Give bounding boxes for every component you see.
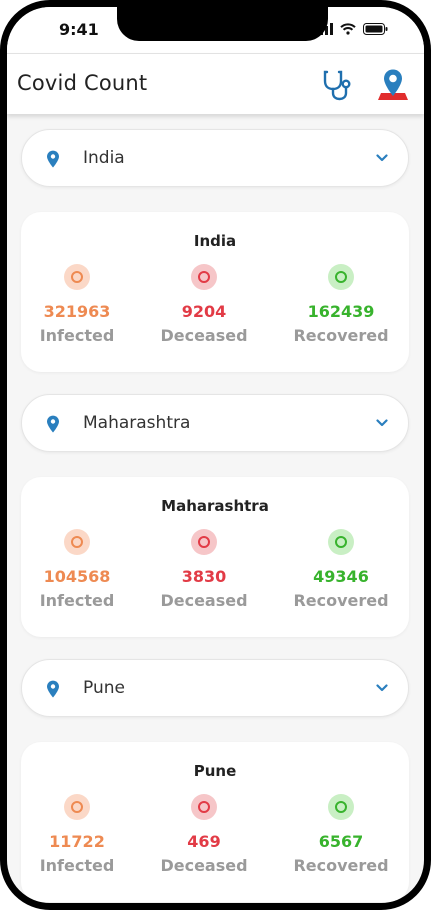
recovered-label: Recovered <box>293 591 389 610</box>
deceased-label: Deceased <box>160 856 248 875</box>
recovered-count: 49346 <box>313 567 369 586</box>
dropdown-selected-value: Maharashtra <box>83 413 191 433</box>
stat-recovered: 162439 Recovered <box>281 264 401 345</box>
stat-deceased: 469 Deceased <box>144 794 264 875</box>
location-dropdown-city[interactable]: Pune <box>21 659 409 717</box>
stat-recovered: 49346 Recovered <box>281 529 401 610</box>
infected-indicator-icon <box>64 264 90 290</box>
wifi-icon <box>340 23 356 35</box>
infected-label: Infected <box>39 856 115 875</box>
dropdown-selected-value: Pune <box>83 678 125 698</box>
location-pin-icon <box>47 150 59 168</box>
recovered-label: Recovered <box>293 326 389 345</box>
location-pin-icon <box>47 680 59 698</box>
recovered-indicator-icon <box>328 794 354 820</box>
stats-card-country: India 321963 Infected 9204 Deceased 1624… <box>21 212 409 372</box>
location-pin-icon <box>47 415 59 433</box>
card-title: Maharashtra <box>161 497 269 515</box>
stat-infected: 104568 Infected <box>17 529 137 610</box>
infected-count: 11722 <box>49 832 105 851</box>
card-title: India <box>193 232 237 250</box>
deceased-indicator-icon <box>191 794 217 820</box>
infected-indicator-icon <box>64 794 90 820</box>
infected-label: Infected <box>39 591 115 610</box>
deceased-label: Deceased <box>160 326 248 345</box>
infected-count: 321963 <box>43 302 111 321</box>
location-dropdown-state[interactable]: Maharashtra <box>21 394 409 452</box>
status-time: 9:41 <box>59 20 99 39</box>
location-dropdown-country[interactable]: India <box>21 129 409 187</box>
phone-frame: 9:41 Covid Count India India 321963 Infe… <box>0 0 431 910</box>
recovered-count: 162439 <box>307 302 375 321</box>
deceased-count: 9204 <box>181 302 227 321</box>
dropdown-selected-value: India <box>83 148 125 168</box>
recovered-count: 6567 <box>318 832 364 851</box>
content-scroll[interactable]: India India 321963 Infected 9204 Decease… <box>7 113 424 903</box>
recovered-label: Recovered <box>293 856 389 875</box>
chevron-down-icon <box>376 154 388 162</box>
chevron-down-icon <box>376 684 388 692</box>
deceased-indicator-icon <box>191 264 217 290</box>
app-title: Covid Count <box>17 71 148 95</box>
deceased-indicator-icon <box>191 529 217 555</box>
chevron-down-icon <box>376 419 388 427</box>
stat-deceased: 9204 Deceased <box>144 264 264 345</box>
infected-label: Infected <box>39 326 115 345</box>
stats-card-state: Maharashtra 104568 Infected 3830 Decease… <box>21 477 409 637</box>
infected-count: 104568 <box>43 567 111 586</box>
stat-deceased: 3830 Deceased <box>144 529 264 610</box>
deceased-label: Deceased <box>160 591 248 610</box>
deceased-count: 469 <box>187 832 221 851</box>
stat-recovered: 6567 Recovered <box>281 794 401 875</box>
stat-infected: 321963 Infected <box>17 264 137 345</box>
deceased-count: 3830 <box>181 567 227 586</box>
recovered-indicator-icon <box>328 529 354 555</box>
battery-icon <box>363 23 388 35</box>
stats-card-city: Pune 11722 Infected 469 Deceased 6567 Re… <box>21 742 409 902</box>
stat-infected: 11722 Infected <box>17 794 137 875</box>
infected-indicator-icon <box>64 529 90 555</box>
app-bar: Covid Count <box>7 53 424 114</box>
recovered-indicator-icon <box>328 264 354 290</box>
notch <box>117 7 328 41</box>
location-pin-icon[interactable] <box>378 67 408 103</box>
stethoscope-icon[interactable] <box>320 68 354 102</box>
card-title: Pune <box>193 762 237 780</box>
